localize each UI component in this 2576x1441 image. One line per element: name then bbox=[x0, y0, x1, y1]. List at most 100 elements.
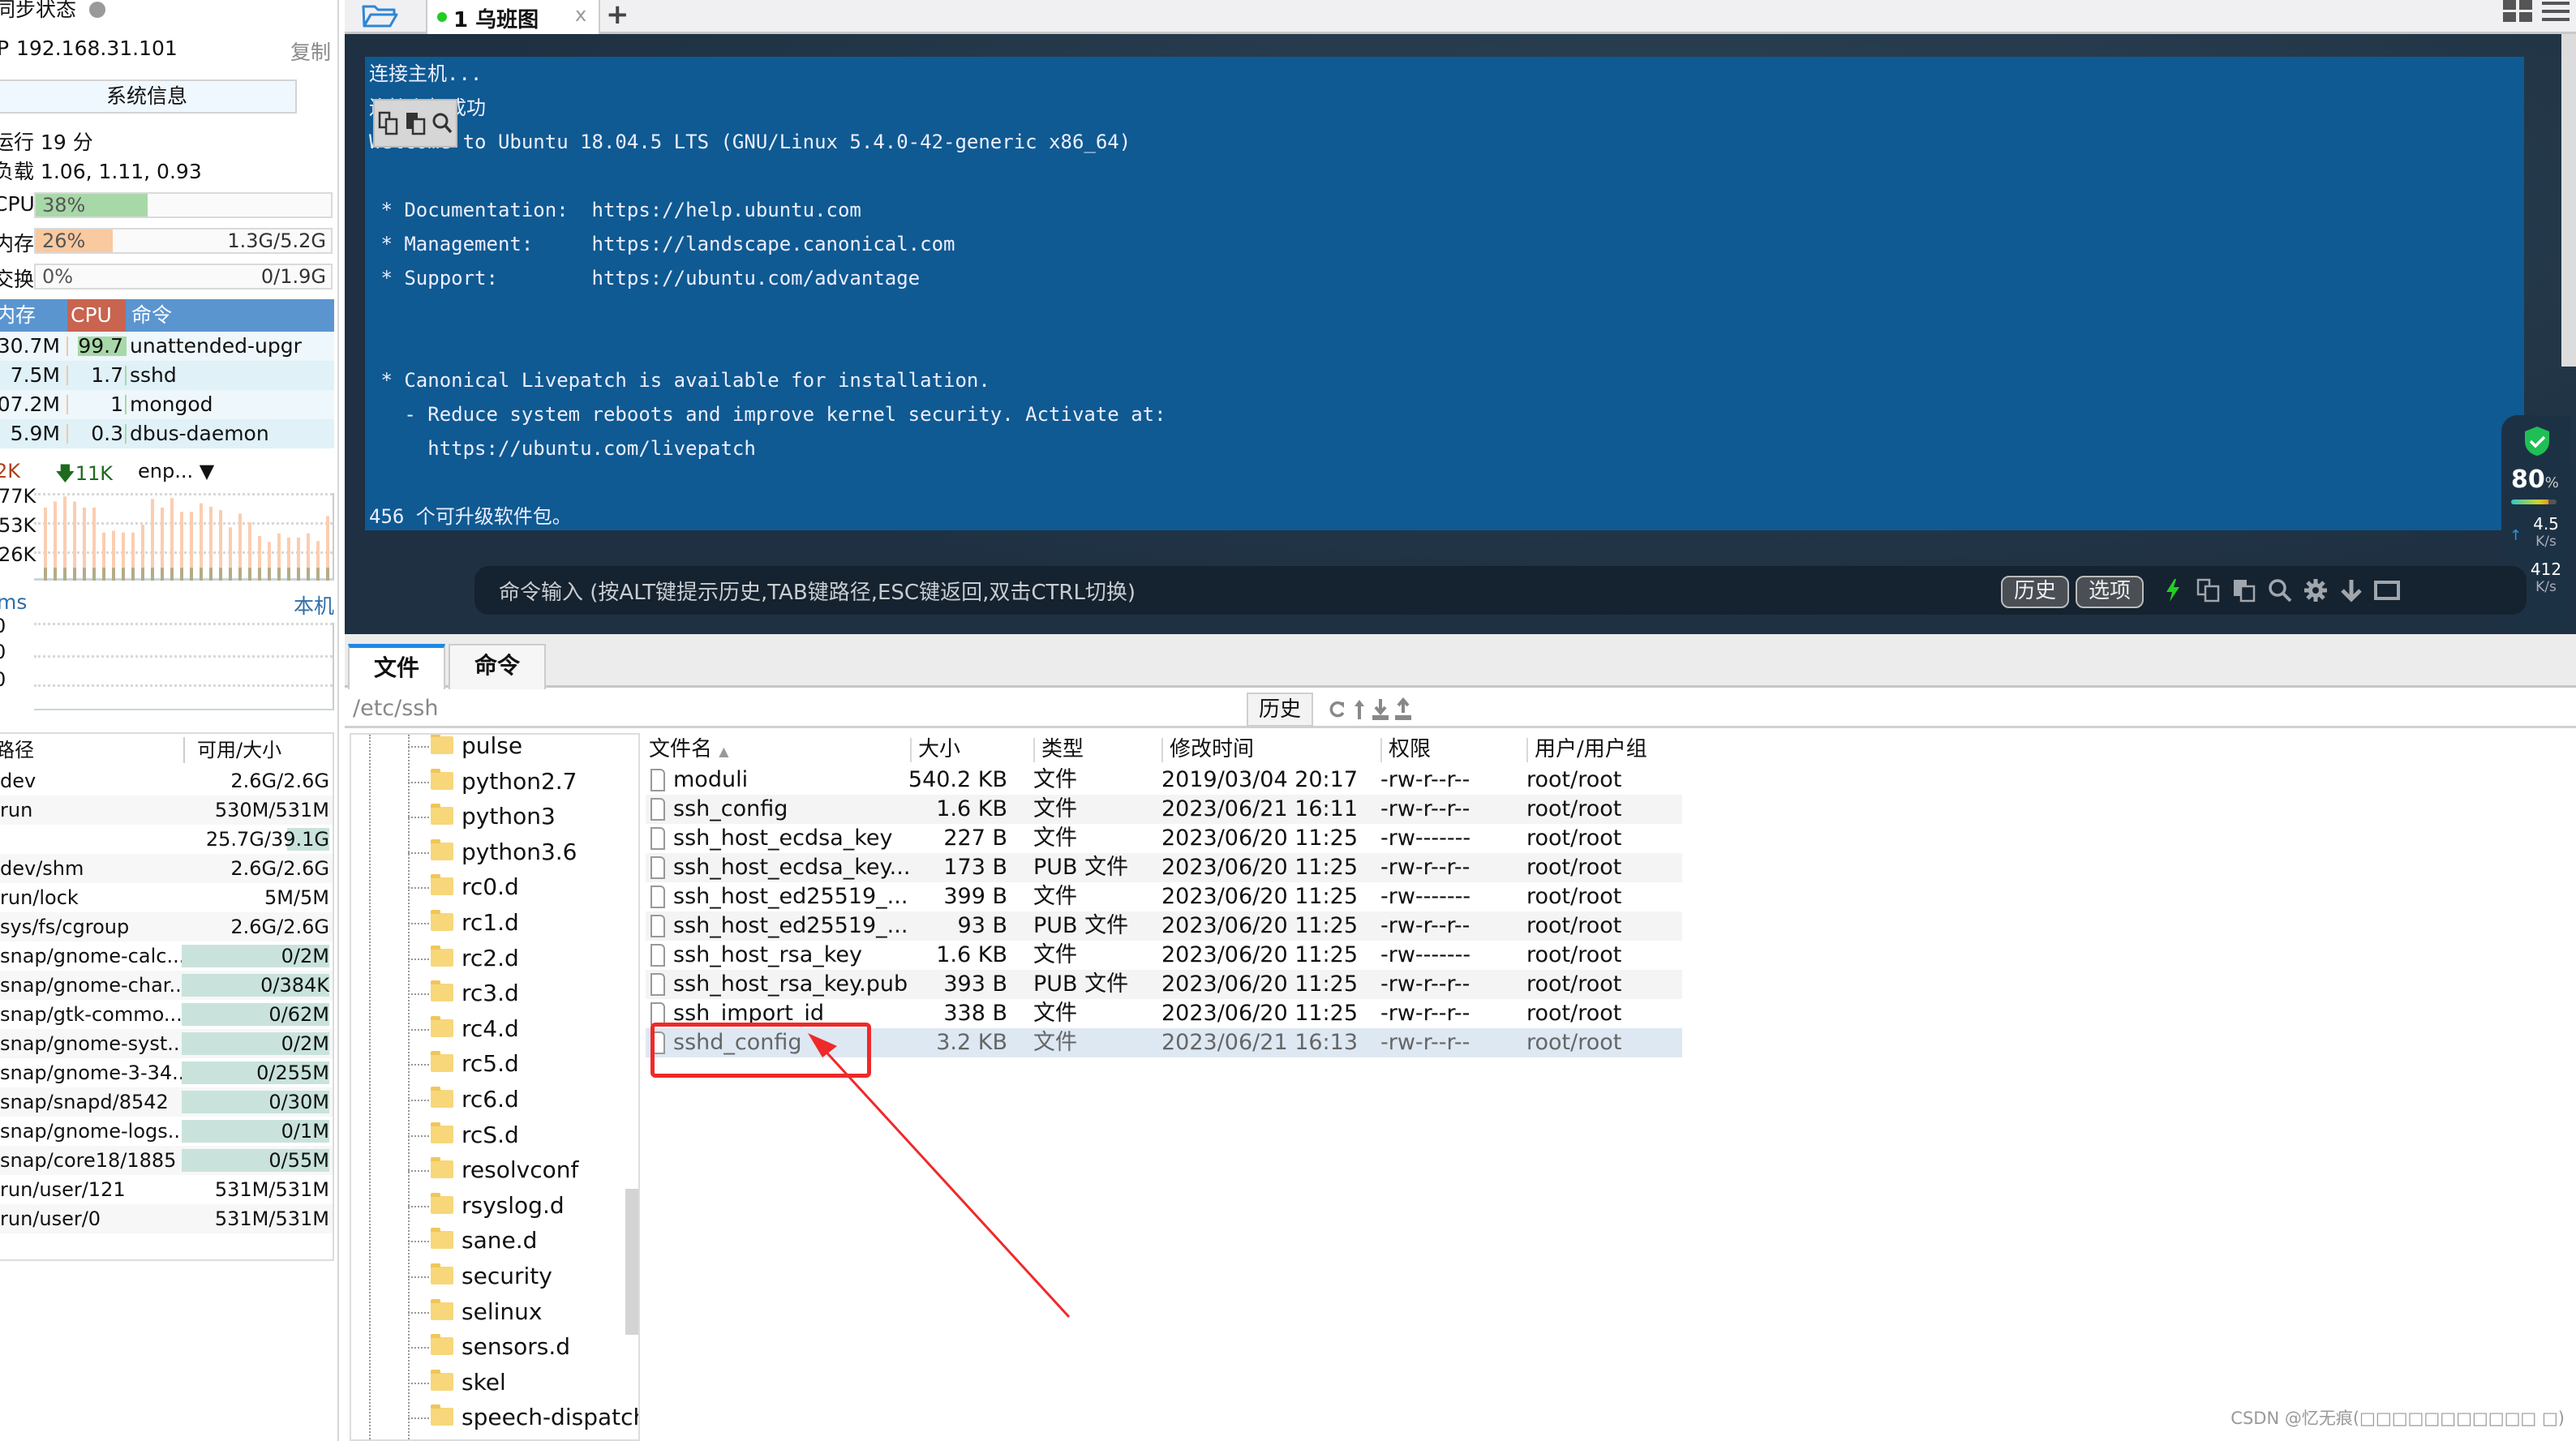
options-button[interactable]: 选项 bbox=[2076, 576, 2145, 608]
refresh-icon[interactable] bbox=[1326, 697, 1347, 722]
download-bar bbox=[297, 568, 300, 581]
tree-folder-name: rc2.d bbox=[462, 944, 519, 971]
disk-row[interactable]: run 530M/531M bbox=[0, 796, 333, 825]
disk-row[interactable]: sys/fs/cgroup 2.6G/2.6G bbox=[0, 912, 333, 941]
terminal-output: 连接主机... 连接主机成功 Welcome to Ubuntu 18.04.5 L… bbox=[369, 57, 1166, 534]
download-bar bbox=[258, 568, 261, 581]
paste-icon[interactable] bbox=[2231, 577, 2257, 603]
tree-folder-name: security bbox=[462, 1263, 552, 1289]
file-row[interactable]: ssh_host_ed25519_... 93 B PUB 文件 2023/06… bbox=[646, 911, 1682, 941]
disk-row[interactable]: snap/gnome-logs... 0/1M bbox=[0, 1117, 333, 1146]
meter-value: 1.3G/5.2G bbox=[227, 229, 326, 252]
column-available-size[interactable]: 可用/大小 bbox=[197, 734, 281, 766]
history-button[interactable]: 历史 bbox=[2001, 576, 2070, 608]
search-icon[interactable] bbox=[2267, 577, 2293, 603]
file-owner: root/root bbox=[1526, 855, 1622, 880]
system-info-button[interactable]: 系统信息 bbox=[0, 79, 297, 114]
paste-icon[interactable] bbox=[405, 111, 426, 135]
disk-row[interactable]: snap/gnome-3-34... 0/255M bbox=[0, 1058, 333, 1087]
latency-target[interactable]: 本机 bbox=[294, 590, 334, 620]
directory-tree[interactable]: pulse python2.7 python3 python3.6 rc0.d bbox=[350, 733, 640, 1441]
disk-row[interactable]: snap/gnome-calc... 0/2M bbox=[0, 941, 333, 971]
gear-icon[interactable] bbox=[2303, 577, 2329, 603]
tab-commands[interactable]: 命令 bbox=[449, 644, 546, 689]
disk-path: run/user/0 bbox=[0, 1207, 101, 1230]
disk-row[interactable]: run/lock 5M/5M bbox=[0, 883, 333, 912]
tree-scrollbar[interactable] bbox=[625, 1189, 638, 1335]
file-row[interactable]: ssh_host_rsa_key.pub 393 B PUB 文件 2023/0… bbox=[646, 970, 1682, 999]
grid-layout-icon[interactable] bbox=[2503, 0, 2532, 23]
process-cpu: 1.7 bbox=[91, 363, 123, 387]
copy-icon[interactable] bbox=[2196, 577, 2222, 603]
disk-row[interactable]: dev/shm 2.6G/2.6G bbox=[0, 854, 333, 883]
menu-icon[interactable] bbox=[2542, 0, 2570, 23]
file-row[interactable]: ssh_config 1.6 KB 文件 2023/06/21 16:11 -r… bbox=[646, 795, 1682, 824]
download-bar bbox=[277, 568, 281, 581]
process-row[interactable]: 30.7M 99.7 unattended-upgr bbox=[0, 332, 334, 361]
interface-select[interactable]: enp... ▼ bbox=[138, 460, 214, 482]
process-row[interactable]: 7.5M 1.7 sshd bbox=[0, 361, 334, 390]
file-name: ssh_host_rsa_key bbox=[673, 942, 863, 967]
terminal-floating-toolbar bbox=[373, 99, 457, 148]
disk-row[interactable]: snap/gnome-char... 0/384K bbox=[0, 971, 333, 1000]
meter-value: 0/1.9G bbox=[260, 265, 326, 288]
command-input[interactable]: 命令输入 (按ALT键提示历史,TAB键路径,ESC键返回,双击CTRL切换) bbox=[499, 576, 1136, 606]
terminal-scrollbar[interactable] bbox=[2561, 34, 2576, 367]
file-owner: root/root bbox=[1526, 913, 1622, 938]
upload-speed: 2K bbox=[0, 460, 20, 482]
column-permissions[interactable]: 权限 bbox=[1389, 733, 1431, 766]
tab-files[interactable]: 文件 bbox=[348, 644, 445, 689]
download-bar bbox=[209, 568, 213, 581]
column-mem[interactable]: 内存 bbox=[0, 299, 36, 332]
disk-row[interactable]: snap/gnome-syst... 0/2M bbox=[0, 1029, 333, 1058]
close-tab-icon[interactable]: x bbox=[575, 3, 586, 26]
disk-row[interactable]: 25.7G/39.1G bbox=[0, 825, 333, 854]
process-row[interactable]: 5.9M 0.3 dbus-daemon bbox=[0, 419, 334, 448]
file-row[interactable]: ssh_host_rsa_key 1.6 KB 文件 2023/06/20 11… bbox=[646, 941, 1682, 970]
add-tab-button[interactable]: + bbox=[606, 0, 629, 31]
maximize-icon[interactable] bbox=[2374, 577, 2400, 603]
disk-row[interactable]: run/user/121 531M/531M bbox=[0, 1175, 333, 1204]
column-owner[interactable]: 用户/用户组 bbox=[1535, 733, 1647, 766]
column-size[interactable]: 大小 bbox=[918, 733, 960, 766]
shield-check-icon[interactable] bbox=[2522, 425, 2552, 457]
column-path[interactable]: 路径 bbox=[0, 734, 34, 766]
command-input-bar[interactable]: 命令输入 (按ALT键提示历史,TAB键路径,ESC键返回,双击CTRL切换) … bbox=[474, 566, 2527, 615]
disk-row[interactable]: snap/gtk-commo... 0/62M bbox=[0, 1000, 333, 1029]
copy-ip-button[interactable]: 复制 bbox=[290, 36, 331, 66]
file-row[interactable]: ssh_host_ed25519_... 399 B 文件 2023/06/20… bbox=[646, 882, 1682, 911]
file-icon bbox=[650, 798, 665, 821]
file-row[interactable]: ssh_host_ecdsa_key 227 B 文件 2023/06/20 1… bbox=[646, 824, 1682, 853]
column-type[interactable]: 类型 bbox=[1041, 733, 1084, 766]
disk-row[interactable]: dev 2.6G/2.6G bbox=[0, 766, 333, 796]
file-modified-time: 2023/06/20 11:25 bbox=[1161, 1001, 1359, 1026]
ip-label: P bbox=[0, 36, 10, 60]
folder-open-icon[interactable] bbox=[361, 3, 400, 28]
path-history-button[interactable]: 历史 bbox=[1247, 693, 1313, 727]
file-row[interactable]: moduli 540.2 KB 文件 2019/03/04 20:17 -rw-… bbox=[646, 766, 1682, 795]
annotation-highlight-box bbox=[650, 1023, 871, 1078]
terminal-panel[interactable]: 连接主机... 连接主机成功 Welcome to Ubuntu 18.04.5 L… bbox=[345, 34, 2576, 634]
download-icon[interactable] bbox=[2338, 577, 2364, 603]
disk-row[interactable]: snap/snapd/8542 0/30M bbox=[0, 1087, 333, 1117]
search-icon[interactable] bbox=[431, 111, 453, 135]
column-cpu[interactable]: CPU bbox=[67, 299, 126, 332]
copy-icon[interactable] bbox=[378, 111, 399, 135]
column-filename[interactable]: 文件名 ▲ bbox=[649, 733, 729, 768]
process-row[interactable]: 07.2M 1 mongod bbox=[0, 390, 334, 419]
session-tab[interactable]: 1 乌班图 x bbox=[426, 0, 600, 34]
column-modified-time[interactable]: 修改时间 bbox=[1170, 733, 1254, 766]
lightning-icon[interactable] bbox=[2160, 577, 2186, 603]
process-command: dbus-daemon bbox=[130, 422, 269, 445]
parent-directory-icon[interactable] bbox=[1349, 697, 1370, 722]
disk-row[interactable]: snap/core18/1885 0/55M bbox=[0, 1146, 333, 1175]
file-row[interactable]: ssh_host_ecdsa_key... 173 B PUB 文件 2023/… bbox=[646, 853, 1682, 882]
column-command[interactable]: 命令 bbox=[131, 299, 172, 332]
download-file-icon[interactable] bbox=[1370, 697, 1391, 722]
upload-file-icon[interactable] bbox=[1393, 697, 1414, 722]
tree-folder-name: resolvconf bbox=[462, 1156, 579, 1184]
disk-row[interactable]: run/user/0 531M/531M bbox=[0, 1204, 333, 1233]
disk-path: run bbox=[0, 799, 33, 821]
path-input[interactable] bbox=[353, 696, 1164, 721]
